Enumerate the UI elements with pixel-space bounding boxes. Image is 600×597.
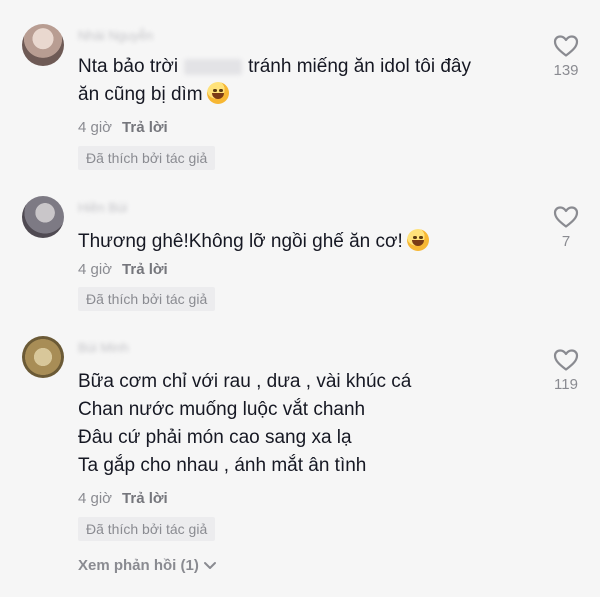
timestamp: 4 giờ [78, 261, 113, 278]
comment-line: ăn cũng bị dìm [78, 84, 203, 105]
like-button[interactable]: 119 [545, 348, 587, 393]
view-replies-label: Xem phản hồi (1) [78, 557, 199, 574]
comment-line: Ta gắp cho nhau , ánh mắt ân tình [78, 455, 367, 476]
reply-button[interactable]: Trả lời [122, 490, 168, 507]
comment-meta: 4 giờ Trả lời [78, 490, 168, 507]
like-button[interactable]: 139 [545, 34, 587, 79]
face-with-tears-of-joy-icon [206, 82, 229, 104]
comment-meta: 4 giờ Trả lời [78, 119, 168, 136]
username[interactable]: Nhài Nguyễn [78, 28, 153, 43]
like-count: 139 [553, 62, 579, 79]
liked-by-author-badge: Đã thích bởi tác giả [78, 146, 216, 170]
reply-button[interactable]: Trả lời [122, 261, 168, 278]
comment-meta: 4 giờ Trả lời [78, 261, 168, 278]
grinning-face-icon [406, 229, 429, 251]
comment-text: Nta bảo trời tránh miếng ăn idol tôi đây … [78, 53, 548, 109]
redacted-text [184, 58, 243, 75]
avatar[interactable] [22, 196, 64, 238]
comment-line: Nta bảo trời [78, 56, 179, 77]
heart-outline-icon [553, 349, 579, 371]
like-count: 119 [554, 376, 578, 393]
like-count: 7 [561, 233, 571, 250]
heart-outline-icon [553, 35, 579, 57]
comment-line: Chan nước muống luộc vắt chanh [78, 399, 366, 420]
comment-line: Thương ghê!Không lỡ ngồi ghế ăn cơ! [78, 231, 403, 252]
chevron-down-icon [203, 562, 216, 569]
comment-text: Thương ghê!Không lỡ ngồi ghế ăn cơ! [78, 228, 548, 256]
view-replies-button[interactable]: Xem phản hồi (1) [78, 557, 217, 574]
like-button[interactable]: 7 [545, 205, 587, 250]
timestamp: 4 giờ [78, 490, 113, 507]
username[interactable]: Hiền Bùi [78, 200, 127, 215]
avatar[interactable] [22, 24, 64, 66]
comment-line: tránh miếng ăn idol tôi đây [248, 56, 471, 77]
heart-outline-icon [553, 206, 579, 228]
comment-line: Bữa cơm chỉ với rau , dưa , vài khúc cá [78, 371, 412, 392]
comment-text: Bữa cơm chỉ với rau , dưa , vài khúc cá … [78, 368, 548, 480]
liked-by-author-badge: Đã thích bởi tác giả [78, 287, 216, 311]
avatar[interactable] [22, 336, 64, 378]
liked-by-author-badge: Đã thích bởi tác giả [78, 517, 216, 541]
username[interactable]: Bùi Minh [78, 340, 129, 355]
reply-button[interactable]: Trả lời [122, 119, 168, 136]
timestamp: 4 giờ [78, 119, 113, 136]
comment-line: Đâu cứ phải món cao sang xa lạ [78, 427, 352, 448]
